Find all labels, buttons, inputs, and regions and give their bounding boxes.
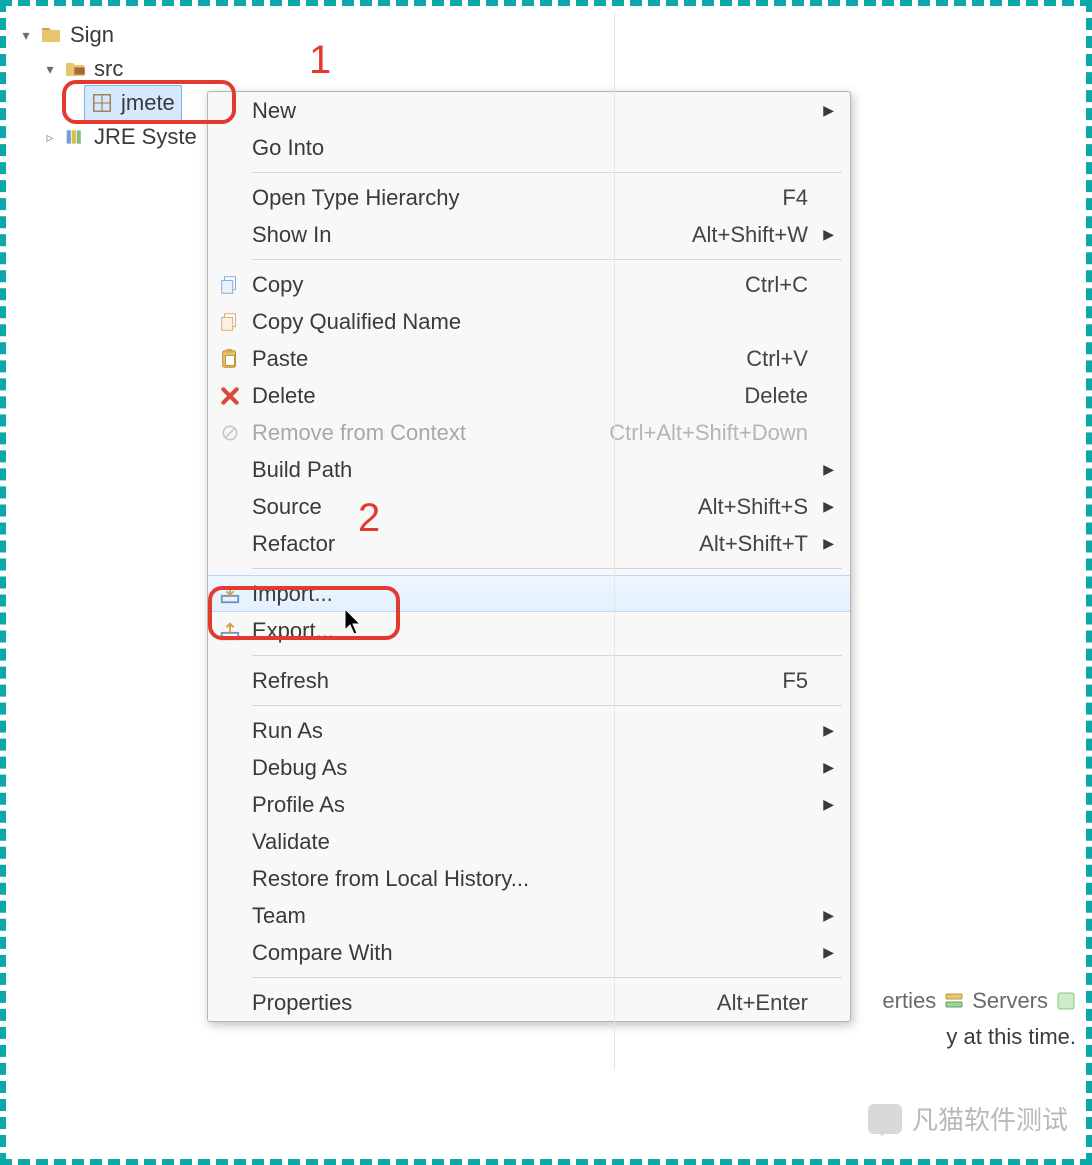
copy-qualified-icon [208,311,252,333]
menu-item-validate[interactable]: Validate [208,823,850,860]
tree-node-label: jmete [121,86,175,120]
watermark-text: 凡猫软件测试 [912,1100,1068,1137]
import-icon [208,583,252,605]
copy-icon [208,274,252,296]
tree-node-src[interactable]: ▾ src [16,52,576,86]
context-menu[interactable]: New ▶ Go Into Open Type Hierarchy F4 Sho… [207,91,851,1022]
project-folder-icon [38,22,64,48]
menu-item-refresh[interactable]: Refresh F5 [208,662,850,699]
submenu-arrow-icon: ▶ [816,498,834,515]
menu-item-copy-qualified-name[interactable]: Copy Qualified Name [208,303,850,340]
submenu-arrow-icon: ▶ [816,102,834,119]
menu-item-source[interactable]: Source Alt+Shift+S ▶ [208,488,850,525]
shortcut-label: Alt+Shift+S [698,494,808,520]
shortcut-label: F4 [782,185,808,211]
watermark: 凡猫软件测试 [868,1100,1068,1137]
submenu-arrow-icon: ▶ [816,796,834,813]
shortcut-label: Ctrl+C [745,272,808,298]
package-icon [89,90,115,116]
menu-item-remove-from-context: Remove from Context Ctrl+Alt+Shift+Down [208,414,850,451]
menu-item-refactor[interactable]: Refactor Alt+Shift+T ▶ [208,525,850,562]
menu-item-restore-local-history[interactable]: Restore from Local History... [208,860,850,897]
submenu-arrow-icon: ▶ [816,944,834,961]
shortcut-label: Delete [744,383,808,409]
status-text-partial: y at this time. [946,1024,1076,1050]
submenu-arrow-icon: ▶ [816,461,834,478]
shortcut-label: F5 [782,668,808,694]
remove-context-icon [208,423,252,443]
submenu-arrow-icon: ▶ [816,226,834,243]
menu-item-paste[interactable]: Paste Ctrl+V [208,340,850,377]
expand-toggle-icon[interactable]: ▾ [16,18,36,52]
menu-item-copy[interactable]: Copy Ctrl+C [208,266,850,303]
workspace: ▾ Sign ▾ src jmete ▹ [6,6,1086,1159]
tab-extra-icon [1056,991,1076,1011]
tree-node-label: Sign [70,18,114,52]
menu-item-team[interactable]: Team ▶ [208,897,850,934]
shortcut-label: Alt+Enter [717,990,808,1016]
menu-separator [252,568,842,569]
menu-item-debug-as[interactable]: Debug As ▶ [208,749,850,786]
menu-separator [252,977,842,978]
shortcut-label: Alt+Shift+W [692,222,808,248]
menu-item-new[interactable]: New ▶ [208,92,850,129]
menu-item-export[interactable]: Export... [208,612,850,649]
expand-toggle-icon[interactable]: ▾ [40,52,60,86]
pane-divider[interactable] [614,12,615,1070]
servers-icon [944,991,964,1011]
shortcut-label: Alt+Shift+T [699,531,808,557]
menu-item-profile-as[interactable]: Profile As ▶ [208,786,850,823]
expand-toggle-icon[interactable]: ▹ [40,120,60,154]
menu-item-import[interactable]: Import... [208,575,850,612]
shortcut-label: Ctrl+V [746,346,808,372]
wechat-icon [868,1104,902,1134]
menu-item-build-path[interactable]: Build Path ▶ [208,451,850,488]
tree-node-label: JRE Syste [94,120,197,154]
source-folder-icon [62,56,88,82]
menu-item-delete[interactable]: Delete Delete [208,377,850,414]
paste-icon [208,348,252,370]
tab-servers[interactable]: Servers [972,988,1048,1014]
bottom-tabs-partial[interactable]: erties Servers [882,988,1076,1014]
delete-icon [208,386,252,406]
menu-item-show-in[interactable]: Show In Alt+Shift+W ▶ [208,216,850,253]
tab-properties-partial[interactable]: erties [882,988,936,1014]
export-icon [208,620,252,642]
submenu-arrow-icon: ▶ [816,759,834,776]
submenu-arrow-icon: ▶ [816,535,834,552]
menu-item-properties[interactable]: Properties Alt+Enter [208,984,850,1021]
submenu-arrow-icon: ▶ [816,907,834,924]
tree-node-project[interactable]: ▾ Sign [16,18,576,52]
submenu-arrow-icon: ▶ [816,722,834,739]
menu-separator [252,259,842,260]
menu-separator [252,705,842,706]
menu-separator [252,172,842,173]
menu-item-run-as[interactable]: Run As ▶ [208,712,850,749]
menu-item-compare-with[interactable]: Compare With ▶ [208,934,850,971]
library-icon [62,124,88,150]
shortcut-label: Ctrl+Alt+Shift+Down [609,420,808,446]
menu-separator [252,655,842,656]
menu-item-go-into[interactable]: Go Into [208,129,850,166]
menu-item-open-type-hierarchy[interactable]: Open Type Hierarchy F4 [208,179,850,216]
tree-node-label: src [94,52,123,86]
